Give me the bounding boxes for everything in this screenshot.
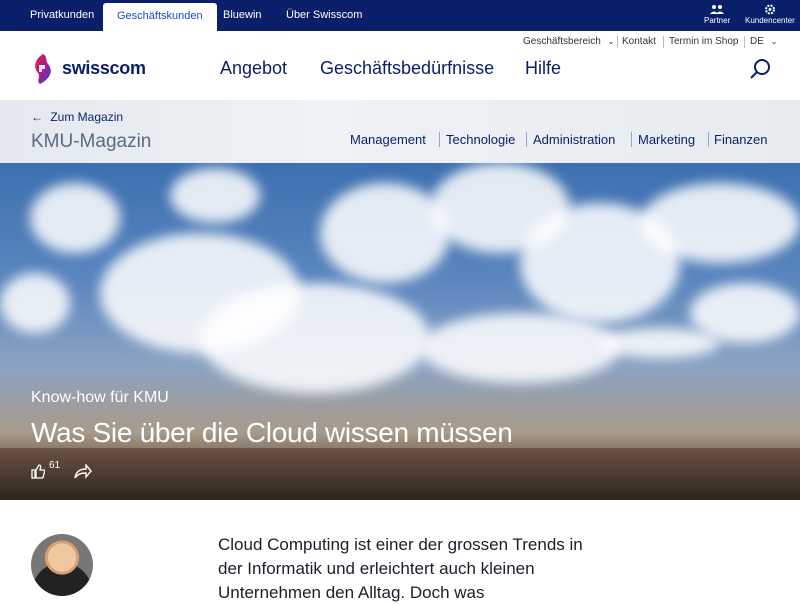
brand-name: swisscom	[62, 58, 146, 78]
language-selector[interactable]: DE ⌄	[750, 36, 777, 50]
category-technologie[interactable]: Technologie	[446, 132, 515, 147]
category-marketing[interactable]: Marketing	[638, 132, 695, 147]
segment-privatkunden[interactable]: Privatkunden	[30, 0, 94, 31]
partner-link[interactable]: Partner	[704, 4, 730, 25]
segment-ueber-swisscom[interactable]: Über Swisscom	[286, 0, 362, 31]
back-to-magazine-link[interactable]: ← Zum Magazin	[31, 110, 123, 124]
divider	[631, 132, 632, 147]
language-label: DE	[750, 36, 764, 47]
swisscom-logo-icon[interactable]	[30, 53, 56, 85]
magazine-title: KMU-Magazin	[31, 131, 152, 152]
divider	[526, 132, 527, 147]
hero-image	[0, 163, 800, 500]
divider	[744, 36, 745, 48]
nav-geschaeftsbeduerfnisse[interactable]: Geschäftsbedürfnisse	[320, 58, 494, 79]
kundencenter-label: Kundencenter	[745, 16, 795, 25]
chevron-down-icon: ⌄	[770, 37, 778, 46]
partner-icon	[710, 5, 725, 14]
segment-geschaeftskunden[interactable]: Geschäftskunden	[103, 3, 217, 31]
divider	[617, 36, 618, 48]
search-icon[interactable]	[750, 58, 772, 80]
divider	[663, 36, 664, 48]
business-area-dropdown[interactable]: Geschäftsbereich ⌄	[523, 36, 614, 50]
divider	[439, 132, 440, 147]
hero-title: Was Sie über die Cloud wissen müssen	[31, 417, 513, 448]
divider	[708, 132, 709, 147]
back-label: Zum Magazin	[50, 110, 124, 124]
thumbs-up-icon[interactable]	[31, 464, 45, 479]
share-icon[interactable]	[74, 464, 92, 479]
contact-link[interactable]: Kontakt	[622, 36, 656, 50]
category-management[interactable]: Management	[350, 132, 426, 147]
nav-hilfe[interactable]: Hilfe	[525, 58, 561, 79]
category-finanzen[interactable]: Finanzen	[714, 132, 767, 147]
hero-eyebrow: Know-how für KMU	[31, 389, 169, 406]
business-area-label: Geschäftsbereich	[523, 36, 601, 47]
nav-angebot[interactable]: Angebot	[220, 58, 287, 79]
kundencenter-link[interactable]: Kundencenter	[745, 4, 795, 25]
like-count: 61	[49, 460, 61, 471]
category-administration[interactable]: Administration	[533, 132, 615, 147]
shop-appointment-link[interactable]: Termin im Shop	[669, 36, 738, 50]
arrow-left-icon: ←	[31, 110, 43, 124]
author-avatar	[31, 534, 93, 596]
partner-label: Partner	[704, 16, 731, 25]
segment-bluewin[interactable]: Bluewin	[223, 0, 262, 31]
article-intro: Cloud Computing ist einer der grossen Tr…	[218, 535, 583, 602]
gear-icon	[764, 4, 775, 15]
chevron-down-icon: ⌄	[607, 37, 615, 46]
